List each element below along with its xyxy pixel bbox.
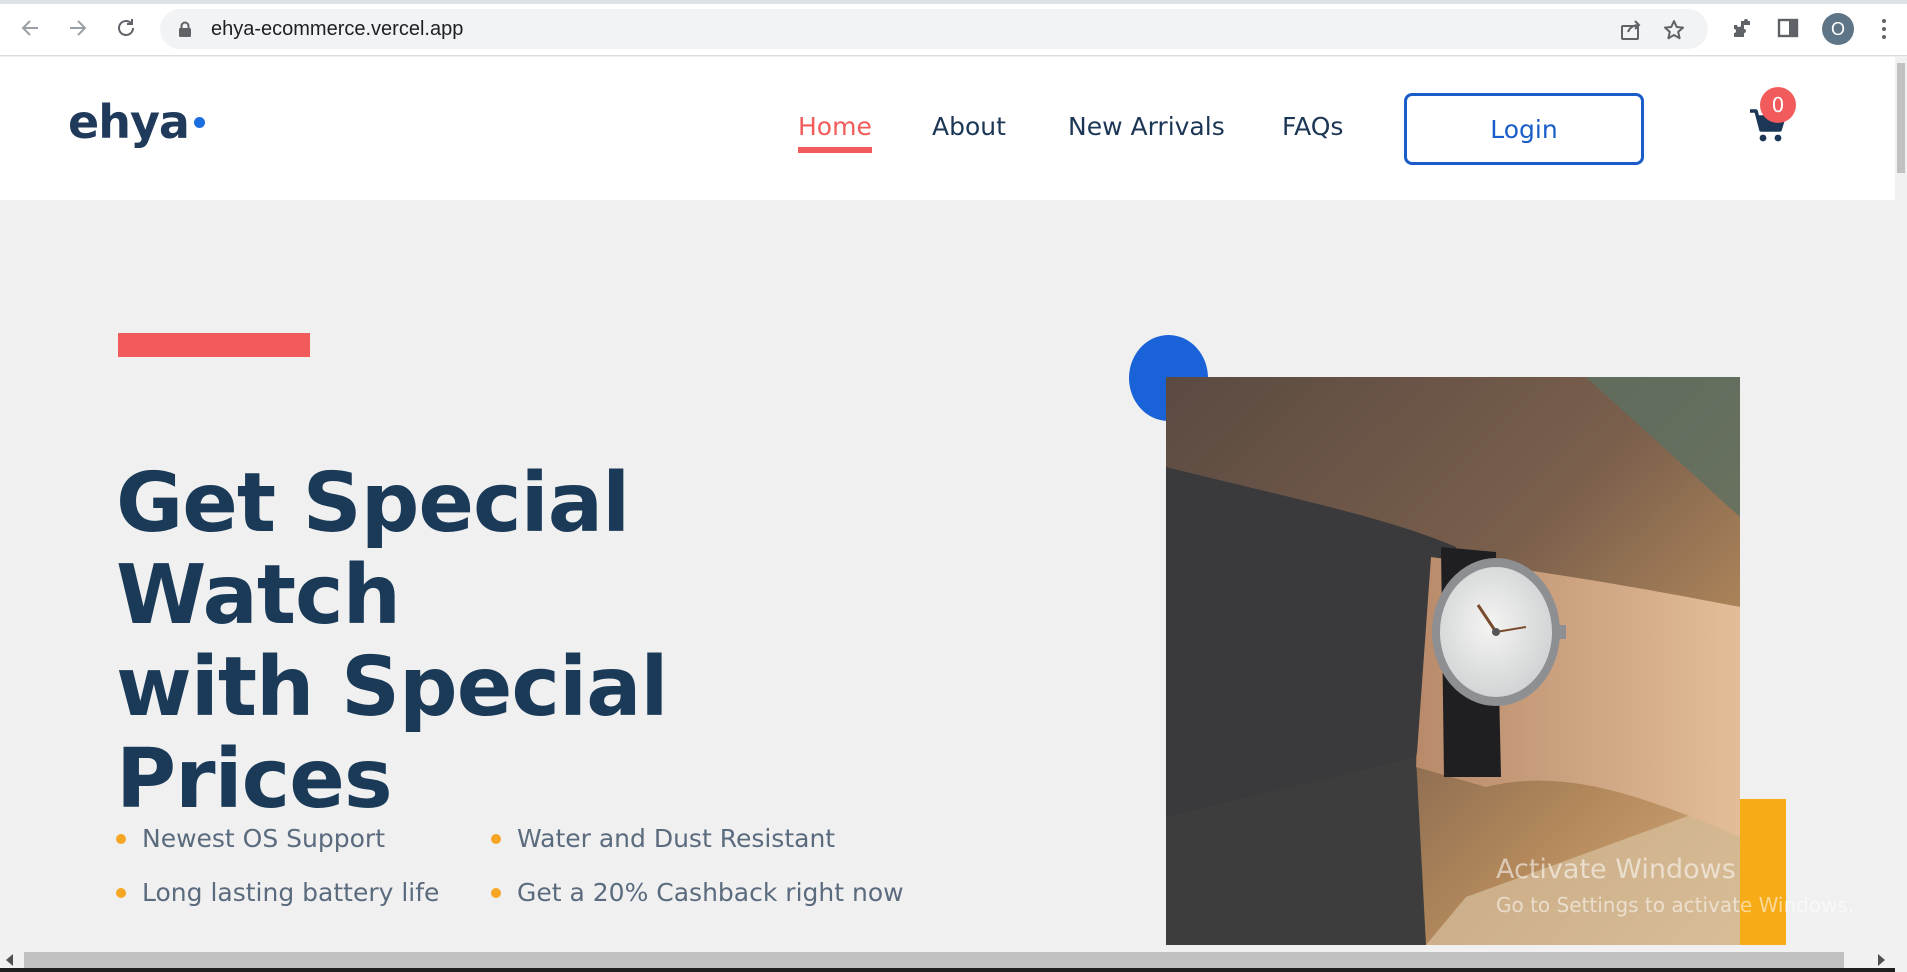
cart-count-badge: 0 (1760, 87, 1796, 123)
profile-avatar[interactable]: O (1822, 13, 1854, 45)
feature-label: Newest OS Support (142, 824, 386, 853)
bullet-icon (491, 887, 501, 898)
bullet-icon (116, 887, 126, 898)
logo[interactable]: ehya (68, 99, 190, 145)
reload-icon[interactable] (112, 14, 140, 42)
url-text[interactable]: ehya-ecommerce.vercel.app (211, 18, 463, 41)
browser-toolbar: ehya-ecommerce.vercel.app O (0, 0, 1907, 56)
hero-title-line: Prices (116, 732, 393, 827)
vertical-scrollbar-thumb[interactable] (1897, 63, 1905, 173)
tab-strip-edge (0, 0, 1907, 4)
feature-item: Water and Dust Resistant (491, 824, 835, 853)
feature-item: Long lasting battery life (116, 878, 439, 907)
nav-about[interactable]: About (932, 112, 1006, 142)
back-icon[interactable] (16, 14, 44, 42)
feature-item: Get a 20% Cashback right now (491, 878, 904, 907)
star-icon[interactable] (1663, 19, 1685, 41)
bullet-icon (491, 833, 501, 844)
address-bar[interactable]: ehya-ecommerce.vercel.app (160, 9, 1708, 49)
bullet-icon (116, 833, 126, 844)
scroll-right-arrow-icon[interactable] (1878, 954, 1885, 966)
scroll-left-arrow-icon[interactable] (6, 954, 13, 966)
hero-title-line: with Special (116, 640, 669, 735)
vertical-scrollbar[interactable] (1895, 57, 1907, 948)
logo-dot (194, 117, 205, 128)
nav-home[interactable]: Home (798, 112, 872, 142)
site-header: ehya Home About New Arrivals FAQs Login … (0, 57, 1895, 200)
side-panel-icon[interactable] (1776, 16, 1800, 40)
nav-active-underline (798, 147, 872, 153)
hero-section: Get Special Watch with Special Prices Ne… (0, 200, 1895, 948)
extensions-icon[interactable] (1730, 16, 1754, 40)
feature-label: Water and Dust Resistant (517, 824, 836, 853)
forward-icon[interactable] (64, 14, 92, 42)
feature-label: Long lasting battery life (142, 878, 440, 907)
taskbar-edge (0, 968, 1895, 972)
nav-new-arrivals[interactable]: New Arrivals (1068, 112, 1225, 142)
nav-faqs[interactable]: FAQs (1282, 112, 1343, 142)
share-icon[interactable] (1620, 19, 1642, 41)
hero-title: Get Special Watch with Special Prices (116, 458, 916, 826)
accent-bar (118, 333, 310, 357)
windows-activation-watermark: Activate Windows Go to Settings to activ… (1496, 854, 1854, 917)
feature-item: Newest OS Support (116, 824, 385, 853)
lock-icon[interactable] (178, 21, 192, 42)
hero-title-line: Get Special Watch (116, 456, 630, 643)
menu-icon[interactable] (1874, 16, 1894, 42)
login-button[interactable]: Login (1404, 93, 1644, 165)
watermark-title: Activate Windows (1496, 854, 1736, 885)
feature-label: Get a 20% Cashback right now (517, 878, 904, 907)
watermark-subtitle: Go to Settings to activate Windows. (1496, 893, 1855, 917)
